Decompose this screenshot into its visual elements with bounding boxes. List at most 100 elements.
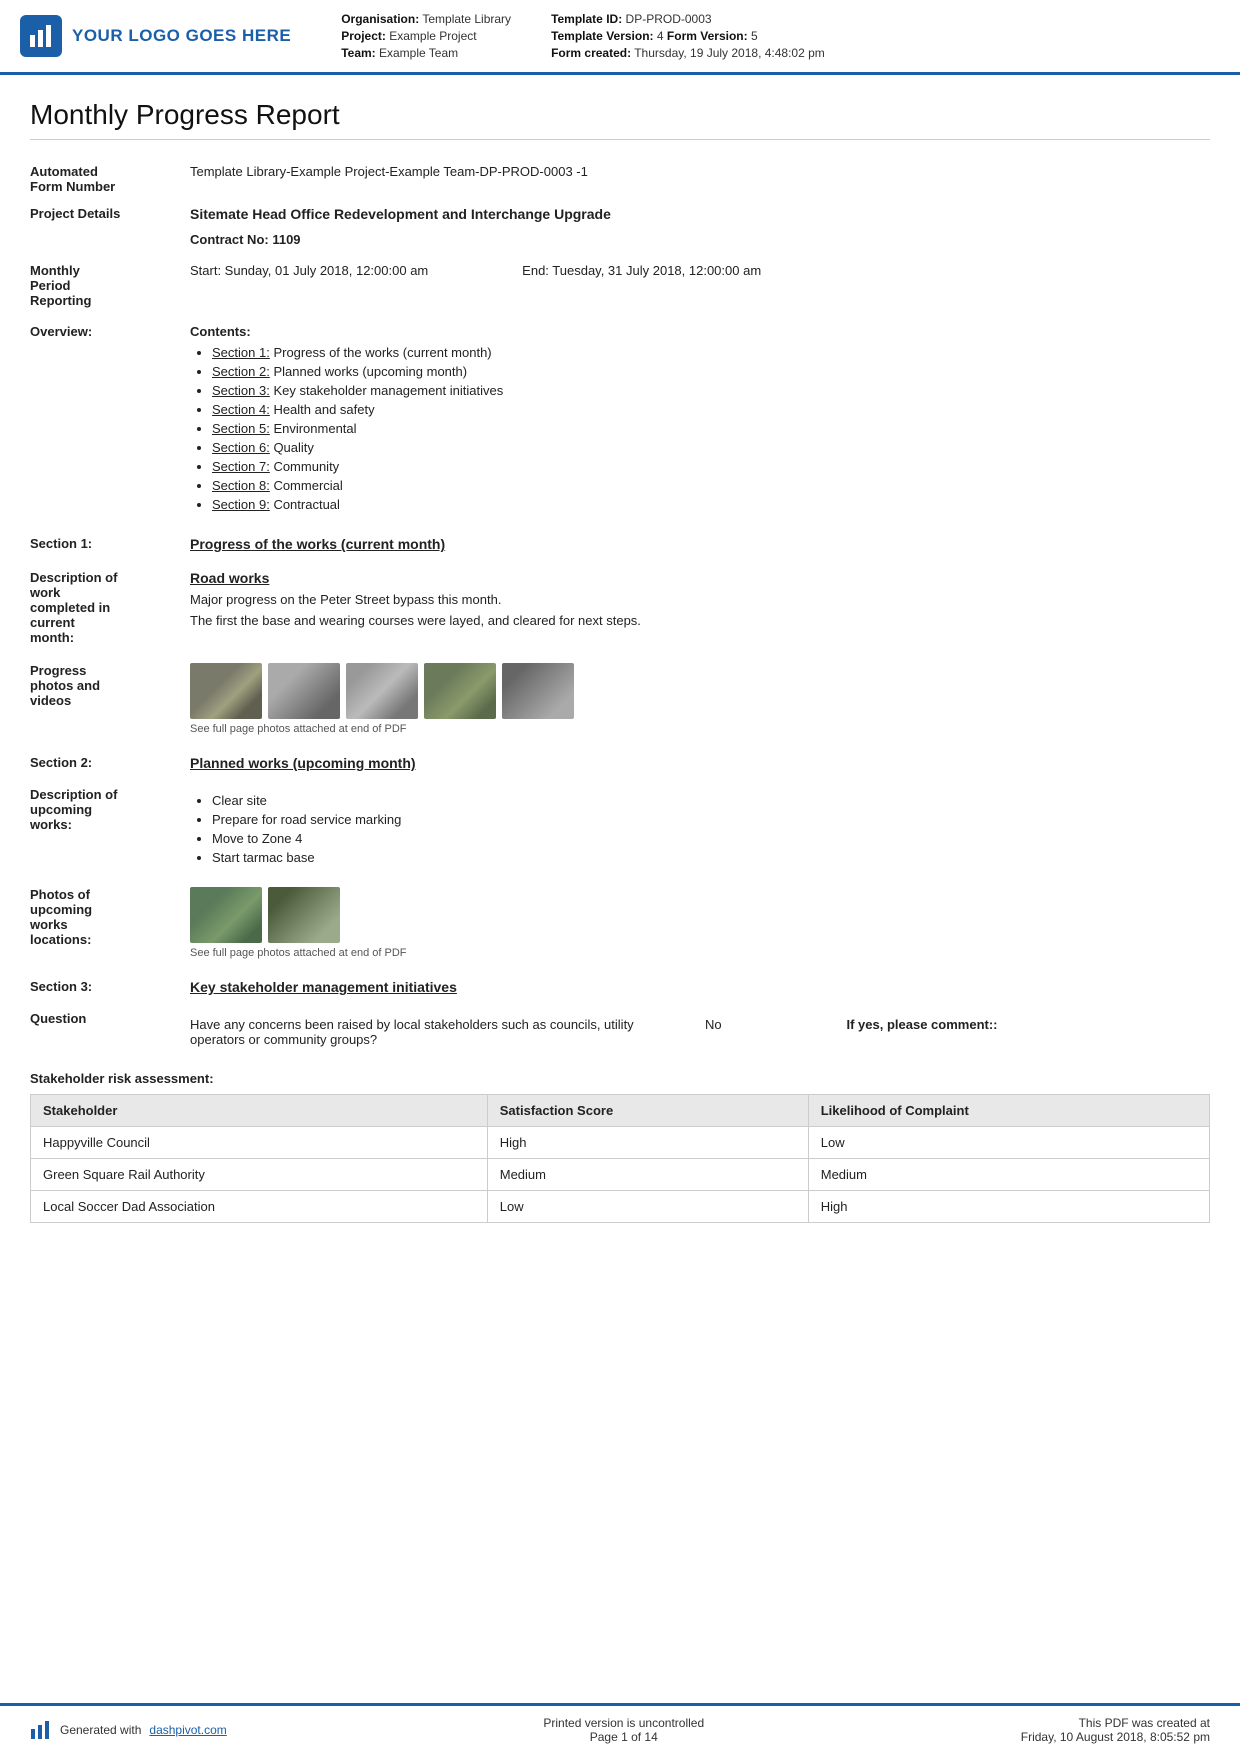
contents-list: Section 1: Progress of the works (curren…	[190, 345, 1200, 512]
overview-label: Overview:	[30, 314, 190, 522]
logo-text: YOUR LOGO GOES HERE	[72, 26, 291, 46]
section2-row: Section 2: Planned works (upcoming month…	[30, 741, 1210, 777]
upcoming-works-row: Description of upcoming works: Clear sit…	[30, 777, 1210, 875]
contract-no-value: Contract No: 1109	[190, 228, 1210, 257]
photo-thumb-1	[190, 663, 262, 719]
monthly-period-row: Monthly Period Reporting Start: Sunday, …	[30, 257, 1210, 314]
question-if-yes: If yes, please comment::	[847, 1011, 1201, 1053]
progress-photos-row: Progress photos and videos See full page…	[30, 651, 1210, 741]
question-text: Have any concerns been raised by local s…	[190, 1011, 695, 1053]
upcoming-works-list: Clear sitePrepare for road service marki…	[190, 793, 1200, 865]
section3-title-text: Key stakeholder management initiatives	[190, 979, 457, 995]
photos-caption: See full page photos attached at end of …	[190, 723, 1200, 735]
org-line: Organisation: Template Library	[341, 12, 511, 26]
contents-list-item: Section 7: Community	[212, 459, 1200, 474]
stakeholder-row: Happyville CouncilHighLow	[31, 1127, 1210, 1159]
stakeholder-th: Satisfaction Score	[487, 1095, 808, 1127]
photo-thumb-4	[424, 663, 496, 719]
contents-link[interactable]: Section 1:	[212, 345, 270, 360]
stakeholder-row: Green Square Rail AuthorityMediumMedium	[31, 1159, 1210, 1191]
contents-list-item: Section 6: Quality	[212, 440, 1200, 455]
section2-title-text: Planned works (upcoming month)	[190, 755, 416, 771]
stakeholder-cell: Local Soccer Dad Association	[31, 1191, 488, 1223]
footer-right: This PDF was created at Friday, 10 Augus…	[1021, 1716, 1210, 1744]
section1-row: Section 1: Progress of the works (curren…	[30, 522, 1210, 558]
progress-photos-label: Progress photos and videos	[30, 651, 190, 741]
form-number-value: Template Library-Example Project-Example…	[190, 158, 1210, 200]
contents-link[interactable]: Section 2:	[212, 364, 270, 379]
progress-photos-value: See full page photos attached at end of …	[190, 651, 1210, 741]
contents-link[interactable]: Section 8:	[212, 478, 270, 493]
form-number-row: Automated Form Number Template Library-E…	[30, 158, 1210, 200]
contents-link[interactable]: Section 7:	[212, 459, 270, 474]
stakeholder-cell: Low	[487, 1191, 808, 1223]
photo-thumb-5	[502, 663, 574, 719]
photo-thumb-2	[268, 663, 340, 719]
contents-list-item: Section 9: Contractual	[212, 497, 1200, 512]
contents-list-item: Section 1: Progress of the works (curren…	[212, 345, 1200, 360]
form-created-line: Form created: Thursday, 19 July 2018, 4:…	[551, 46, 825, 60]
question-inner-row: Have any concerns been raised by local s…	[190, 1011, 1200, 1053]
upcoming-photos-caption: See full page photos attached at end of …	[190, 947, 1200, 959]
upcoming-works-item: Start tarmac base	[212, 850, 1200, 865]
stakeholder-cell: Low	[808, 1127, 1209, 1159]
contents-list-item: Section 5: Environmental	[212, 421, 1200, 436]
upcoming-photos-label: Photos of upcoming works locations:	[30, 875, 190, 965]
monthly-period-value: Start: Sunday, 01 July 2018, 12:00:00 am…	[190, 257, 1210, 314]
desc-work-value: Road works Major progress on the Peter S…	[190, 558, 1210, 651]
contents-link[interactable]: Section 9:	[212, 497, 270, 512]
footer-logo-icon	[30, 1719, 52, 1741]
stakeholder-cell: Medium	[487, 1159, 808, 1191]
team-line: Team: Example Team	[341, 46, 511, 60]
report-title: Monthly Progress Report	[30, 99, 1210, 140]
stakeholder-cell: Happyville Council	[31, 1127, 488, 1159]
contents-list-item: Section 2: Planned works (upcoming month…	[212, 364, 1200, 379]
section3-title: Key stakeholder management initiatives	[190, 965, 1210, 1001]
project-details-value: Sitemate Head Office Redevelopment and I…	[190, 200, 1210, 228]
question-inner-table: Have any concerns been raised by local s…	[190, 1011, 1200, 1053]
template-id-line: Template ID: DP-PROD-0003	[551, 12, 825, 26]
section2-title: Planned works (upcoming month)	[190, 741, 1210, 777]
upcoming-works-item: Prepare for road service marking	[212, 812, 1200, 827]
desc-work-row: Description of work completed in current…	[30, 558, 1210, 651]
photo-thumb-3	[346, 663, 418, 719]
upcoming-photos-row: Photos of upcoming works locations: See …	[30, 875, 1210, 965]
stakeholder-th: Likelihood of Complaint	[808, 1095, 1209, 1127]
footer-left: Generated with dashpivot.com	[30, 1719, 227, 1741]
stakeholder-cell: High	[808, 1191, 1209, 1223]
question-value: Have any concerns been raised by local s…	[190, 1001, 1210, 1059]
contents-link[interactable]: Section 3:	[212, 383, 270, 398]
road-works-desc1: Major progress on the Peter Street bypas…	[190, 592, 1200, 607]
section1-title: Progress of the works (current month)	[190, 522, 1210, 558]
main-content: Monthly Progress Report Automated Form N…	[0, 75, 1240, 1703]
header-meta: Organisation: Template Library Project: …	[341, 12, 1210, 60]
footer-generated-text: Generated with	[60, 1723, 141, 1737]
footer-middle-text: Printed version is uncontrolled	[543, 1716, 704, 1730]
header-org-col: Organisation: Template Library Project: …	[341, 12, 511, 60]
contents-list-item: Section 8: Commercial	[212, 478, 1200, 493]
logo-section: YOUR LOGO GOES HERE	[20, 12, 291, 60]
footer-page-text: Page 1 of 14	[543, 1730, 704, 1744]
overview-row: Overview: Contents: Section 1: Progress …	[30, 314, 1210, 522]
contents-link[interactable]: Section 4:	[212, 402, 270, 417]
section2-label: Section 2:	[30, 741, 190, 777]
contents-label: Contents:	[190, 324, 251, 339]
info-table: Automated Form Number Template Library-E…	[30, 158, 1210, 1059]
photos-row	[190, 663, 1200, 719]
contents-link[interactable]: Section 5:	[212, 421, 270, 436]
header-id-col: Template ID: DP-PROD-0003 Template Versi…	[551, 12, 825, 60]
period-start: Start: Sunday, 01 July 2018, 12:00:00 am	[190, 263, 428, 278]
project-details-label: Project Details	[30, 200, 190, 228]
contents-link[interactable]: Section 6:	[212, 440, 270, 455]
road-works-title: Road works	[190, 570, 269, 586]
project-line: Project: Example Project	[341, 29, 511, 43]
monthly-period-label: Monthly Period Reporting	[30, 257, 190, 314]
footer-middle: Printed version is uncontrolled Page 1 o…	[543, 1716, 704, 1744]
footer-link[interactable]: dashpivot.com	[149, 1723, 226, 1737]
form-number-label: Automated Form Number	[30, 158, 190, 200]
stakeholder-th: Stakeholder	[31, 1095, 488, 1127]
period-end: End: Tuesday, 31 July 2018, 12:00:00 am	[522, 263, 761, 278]
desc-work-label: Description of work completed in current…	[30, 558, 190, 651]
overview-value: Contents: Section 1: Progress of the wor…	[190, 314, 1210, 522]
stakeholder-label: Stakeholder risk assessment:	[30, 1071, 1210, 1086]
